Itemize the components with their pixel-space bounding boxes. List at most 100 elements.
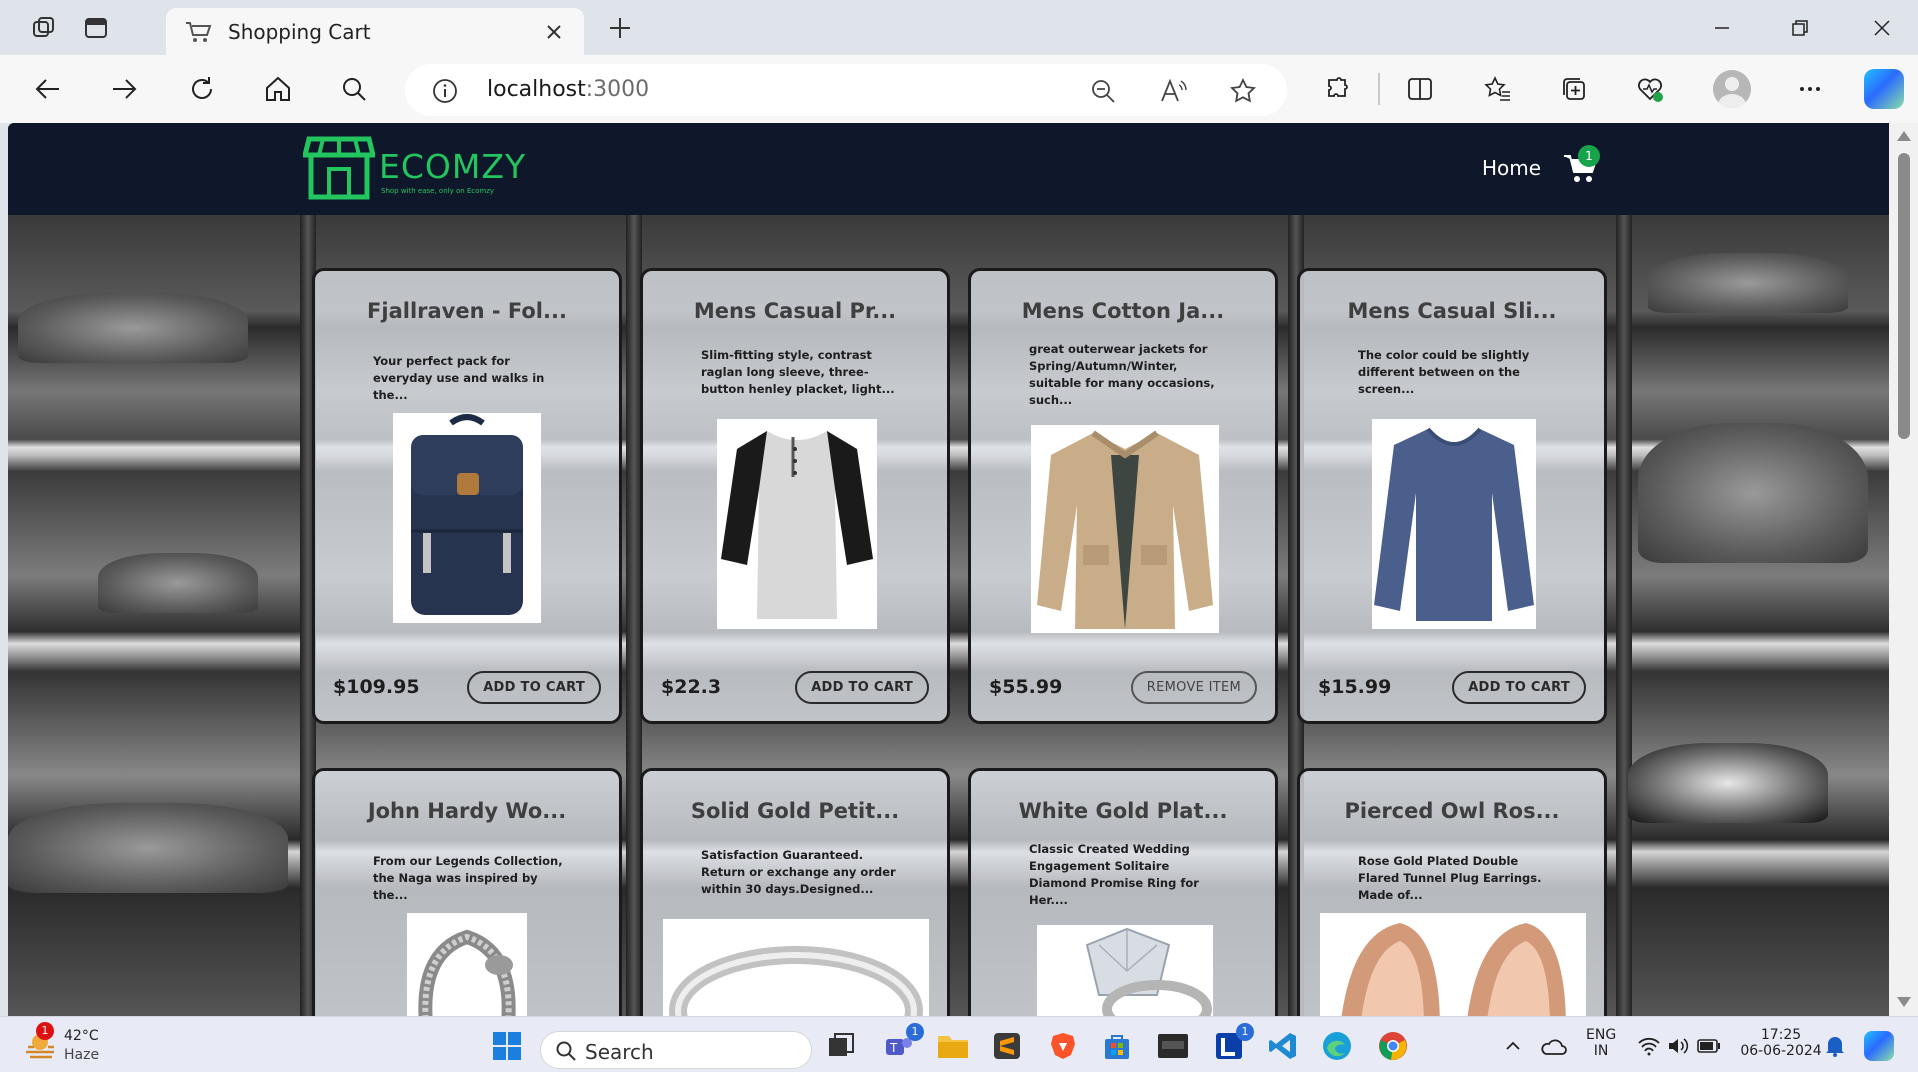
page-scrollbar[interactable] <box>1889 123 1918 1016</box>
chrome-icon[interactable] <box>1376 1029 1410 1063</box>
product-image-diamond-ring <box>1037 925 1213 1016</box>
weather-condition: Haze <box>64 1047 100 1063</box>
product-title: John Hardy Wo... <box>367 799 567 823</box>
site-info-icon[interactable] <box>431 77 459 105</box>
product-image-cotton-jacket <box>1031 425 1219 633</box>
product-card: John Hardy Wo... From our Legends Collec… <box>312 768 622 1016</box>
extensions-icon[interactable] <box>1316 67 1360 111</box>
search-icon[interactable] <box>332 67 376 111</box>
favorite-star-icon[interactable] <box>1227 75 1259 107</box>
product-title: Mens Casual Pr... <box>693 299 897 323</box>
folded-clothes-decor <box>1638 423 1868 563</box>
edge-browser-icon[interactable] <box>1320 1029 1354 1063</box>
lens-app-icon[interactable]: 1 <box>1212 1023 1254 1063</box>
file-explorer-icon[interactable] <box>936 1029 970 1063</box>
url-host: localhost <box>487 77 586 102</box>
language-code: ENG <box>1586 1027 1617 1043</box>
product-title: Solid Gold Petit... <box>690 799 900 823</box>
home-icon[interactable] <box>256 67 300 111</box>
favorites-icon[interactable] <box>1476 67 1520 111</box>
weather-alert-badge: 1 <box>36 1022 54 1040</box>
tab-close-icon[interactable] <box>542 20 566 44</box>
profile-avatar[interactable] <box>1710 67 1754 111</box>
show-hidden-icons-chevron-icon[interactable] <box>1496 1029 1530 1063</box>
brave-browser-icon[interactable] <box>1046 1029 1080 1063</box>
folded-clothes-decor <box>18 293 248 363</box>
taskbar-search-input[interactable]: Search <box>540 1031 812 1069</box>
copilot-taskbar-icon[interactable] <box>1862 1029 1896 1063</box>
folded-clothes-decor <box>98 553 258 613</box>
product-image-blue-long-sleeve <box>1372 419 1536 629</box>
copilot-logo <box>1864 69 1904 109</box>
settings-more-icon[interactable] <box>1788 67 1832 111</box>
wifi-icon[interactable] <box>1632 1029 1666 1063</box>
add-to-cart-button[interactable]: ADD TO CART <box>795 671 929 704</box>
task-view-icon[interactable] <box>824 1029 858 1063</box>
windows-taskbar: 1 42°C Haze Search T 1 1 ENG IN 17:25 06… <box>0 1016 1918 1072</box>
add-to-cart-button[interactable]: ADD TO CART <box>467 671 601 704</box>
copilot-icon[interactable] <box>1862 67 1906 111</box>
refresh-icon[interactable] <box>180 67 224 111</box>
minimize-icon[interactable] <box>1692 8 1752 48</box>
browser-tab-strip: Shopping Cart <box>0 0 1918 55</box>
scroll-thumb[interactable] <box>1898 153 1910 439</box>
teams-icon[interactable]: T 1 <box>882 1023 924 1063</box>
product-title: Pierced Owl Ros... <box>1344 799 1560 823</box>
search-icon <box>556 1041 576 1061</box>
product-description: From our Legends Collection, the Naga wa… <box>373 854 563 902</box>
vscode-icon[interactable] <box>1266 1029 1300 1063</box>
shelf-post <box>1616 215 1632 1016</box>
product-image-gold-ring <box>663 919 929 1016</box>
url-text[interactable]: localhost:3000 <box>487 77 649 102</box>
zoom-out-icon[interactable] <box>1087 75 1119 107</box>
workspaces-icon[interactable] <box>24 10 64 46</box>
page-viewport: ECOMZY Shop with ease, only on Ecomzy Ho… <box>8 123 1889 1016</box>
mysql-workbench-icon[interactable] <box>1156 1029 1190 1063</box>
clock-time: 17:25 <box>1760 1027 1802 1043</box>
logo-tagline: Shop with ease, only on Ecomzy <box>381 187 495 195</box>
tab-actions-icon[interactable] <box>76 10 116 46</box>
restore-icon[interactable] <box>1770 8 1830 48</box>
windows-start-icon[interactable] <box>490 1029 524 1063</box>
back-icon[interactable] <box>26 67 70 111</box>
browser-essentials-icon[interactable] <box>1628 67 1672 111</box>
site-navbar: ECOMZY Shop with ease, only on Ecomzy Ho… <box>8 123 1889 215</box>
scroll-up-arrow-icon[interactable] <box>1897 131 1911 141</box>
logo-text: ECOMZY <box>379 147 527 186</box>
onedrive-cloud-icon[interactable] <box>1536 1029 1570 1063</box>
add-to-cart-button[interactable]: ADD TO CART <box>1452 671 1586 704</box>
product-description: The color could be slightly different be… <box>1358 348 1530 396</box>
browser-toolbar: localhost:3000 <box>0 55 1918 123</box>
weather-widget[interactable]: 1 42°C Haze <box>22 1022 162 1066</box>
close-window-icon[interactable] <box>1852 8 1912 48</box>
tab-shopping-cart[interactable]: Shopping Cart <box>166 8 584 55</box>
product-image-backpack <box>393 413 541 623</box>
address-bar[interactable]: localhost:3000 <box>405 64 1287 116</box>
product-price: $15.99 <box>1318 676 1392 698</box>
split-screen-icon[interactable] <box>1398 67 1442 111</box>
collections-icon[interactable] <box>1552 67 1596 111</box>
volume-icon[interactable] <box>1662 1029 1696 1063</box>
product-card: Mens Cotton Ja... great outerwear jacket… <box>968 268 1278 724</box>
product-description: Satisfaction Guaranteed. Return or excha… <box>701 848 896 896</box>
read-aloud-icon[interactable] <box>1157 75 1189 107</box>
product-price: $55.99 <box>989 676 1063 698</box>
product-title: Mens Casual Sli... <box>1347 299 1557 323</box>
battery-icon[interactable] <box>1692 1029 1726 1063</box>
store-icon <box>301 136 377 200</box>
ecomzy-logo[interactable]: ECOMZY Shop with ease, only on Ecomzy <box>301 135 525 203</box>
system-clock[interactable]: 17:25 06-06-2024 <box>1736 1027 1826 1059</box>
shoes-decor <box>8 803 288 893</box>
forward-icon[interactable] <box>102 67 146 111</box>
notification-bell-icon[interactable] <box>1818 1029 1852 1063</box>
sublime-text-icon[interactable] <box>990 1029 1024 1063</box>
product-description: Classic Created Wedding Engagement Solit… <box>1029 842 1199 907</box>
scroll-down-arrow-icon[interactable] <box>1897 997 1911 1007</box>
language-indicator[interactable]: ENG IN <box>1586 1027 1616 1059</box>
new-tab-icon[interactable] <box>600 10 640 46</box>
search-label: Search <box>585 1040 654 1064</box>
microsoft-store-icon[interactable] <box>1100 1029 1134 1063</box>
remove-item-button[interactable]: REMOVE ITEM <box>1130 671 1257 704</box>
nav-home-link[interactable]: Home <box>1482 156 1541 180</box>
svg-text:T: T <box>889 1041 898 1055</box>
